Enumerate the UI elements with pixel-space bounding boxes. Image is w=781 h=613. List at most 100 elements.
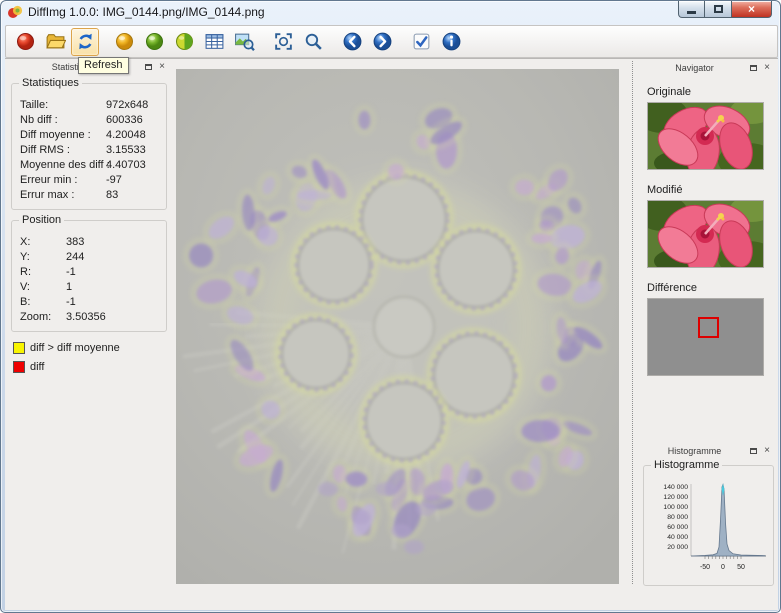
- original-image-icon: [114, 31, 135, 52]
- previous-image-icon: [342, 31, 363, 52]
- show-original-button[interactable]: [110, 28, 138, 56]
- navigator-dock-title: Navigator: [644, 63, 745, 73]
- titlebar[interactable]: DiffImg 1.0.0: IMG_0144.png/IMG_0144.png: [1, 1, 780, 23]
- modified-image-icon: [144, 31, 165, 52]
- minimize-button[interactable]: [678, 1, 705, 18]
- preferences-icon: [411, 31, 432, 52]
- previous-image-button[interactable]: [338, 28, 366, 56]
- minimize-icon: [687, 11, 696, 14]
- open-folder-icon: [45, 31, 66, 52]
- navigator-dock-header: Navigator ×: [641, 61, 776, 74]
- diff-image-view[interactable]: [176, 69, 619, 584]
- next-image-button[interactable]: [368, 28, 396, 56]
- app-window: DiffImg 1.0.0: IMG_0144.png/IMG_0144.png…: [0, 0, 781, 613]
- histogram-dock-header: Histogramme ×: [641, 444, 776, 457]
- about-icon: [441, 31, 462, 52]
- legend-label: diff: [30, 361, 44, 373]
- stat-row: Diff moyenne :4.20048: [18, 128, 160, 143]
- dock-close-button[interactable]: ×: [761, 445, 773, 456]
- legend: diff > diff moyenne diff: [13, 342, 167, 373]
- refresh-button[interactable]: [71, 28, 99, 56]
- svg-text:80 000: 80 000: [667, 514, 688, 521]
- difference-image: [648, 299, 763, 375]
- histogram-dock: Histogramme × Histogramme 140 000 120 00…: [641, 444, 776, 586]
- diff-image: [176, 69, 619, 584]
- original-thumbnail[interactable]: [647, 102, 764, 170]
- stat-row: X:383: [18, 235, 160, 250]
- stat-row: Diff RMS :3.15533: [18, 143, 160, 158]
- stat-row: Taille:972x648: [18, 98, 160, 113]
- svg-text:0: 0: [721, 564, 725, 571]
- stat-row: V:1: [18, 280, 160, 295]
- histogram-group: Histogramme 140 000 120 000 100 000 80 0…: [643, 465, 774, 586]
- close-icon: ×: [159, 62, 165, 72]
- zoom-icon: [303, 31, 324, 52]
- maximize-icon: [714, 5, 723, 13]
- zoom-image-button[interactable]: [230, 28, 258, 56]
- svg-text:140 000: 140 000: [663, 484, 688, 491]
- close-icon: ×: [764, 446, 770, 456]
- float-icon: [750, 448, 757, 454]
- svg-text:-50: -50: [700, 564, 710, 571]
- stat-row: Nb diff :600336: [18, 113, 160, 128]
- fit-to-window-button[interactable]: [269, 28, 297, 56]
- fit-to-window-icon: [273, 31, 294, 52]
- float-icon: [750, 65, 757, 71]
- stat-row: Zoom:3.50356: [18, 310, 160, 325]
- modified-thumbnail[interactable]: [647, 200, 764, 268]
- show-difference-button[interactable]: [170, 28, 198, 56]
- statistics-group: Statistiques Taille:972x648 Nb diff :600…: [11, 83, 167, 210]
- legend-label: diff > diff moyenne: [30, 342, 120, 354]
- zoom-image-icon: [234, 31, 255, 52]
- navigator-dock: Navigator × Originale Modifié Différence: [641, 61, 776, 376]
- svg-text:40 000: 40 000: [667, 534, 688, 541]
- original-flower-image: [648, 103, 763, 169]
- metrics-table-button[interactable]: [200, 28, 228, 56]
- show-modified-button[interactable]: [140, 28, 168, 56]
- modifie-label: Modifié: [647, 184, 776, 196]
- diff-region-marker: [698, 317, 719, 338]
- svg-text:120 000: 120 000: [663, 494, 688, 501]
- histogram-group-title: Histogramme: [651, 459, 722, 471]
- quit-icon: [15, 31, 36, 52]
- open-button[interactable]: [41, 28, 69, 56]
- stat-row: R:-1: [18, 265, 160, 280]
- svg-text:50: 50: [737, 564, 745, 571]
- legend-swatch-above-mean: [13, 342, 25, 354]
- svg-text:100 000: 100 000: [663, 504, 688, 511]
- originale-label: Originale: [647, 86, 776, 98]
- dock-float-button[interactable]: [142, 61, 154, 72]
- quit-button[interactable]: [11, 28, 39, 56]
- dock-float-button[interactable]: [747, 62, 759, 73]
- legend-row: diff: [13, 361, 167, 373]
- metrics-table-icon: [204, 31, 225, 52]
- stat-row: B:-1: [18, 295, 160, 310]
- stat-row: Moyenne des diff :4.40703: [18, 158, 160, 173]
- dock-float-button[interactable]: [747, 445, 759, 456]
- difference-thumbnail[interactable]: [647, 298, 764, 376]
- refresh-icon: [75, 31, 96, 52]
- histogram-spike: [691, 485, 765, 557]
- legend-swatch-diff: [13, 361, 25, 373]
- app-icon: [7, 4, 23, 20]
- difference-image-icon: [174, 31, 195, 52]
- dock-close-button[interactable]: ×: [761, 62, 773, 73]
- next-image-icon: [372, 31, 393, 52]
- position-group-title: Position: [19, 214, 64, 226]
- maximize-button[interactable]: [705, 1, 732, 18]
- svg-text:60 000: 60 000: [667, 524, 688, 531]
- vertical-splitter[interactable]: [632, 61, 633, 584]
- stat-row: Errur max :83: [18, 188, 160, 203]
- position-group: Position X:383 Y:244 R:-1 V:1 B:-1 Zoom:…: [11, 220, 167, 332]
- preferences-button[interactable]: [407, 28, 435, 56]
- about-button[interactable]: [437, 28, 465, 56]
- zoom-button[interactable]: [299, 28, 327, 56]
- modified-flower-image: [648, 201, 763, 267]
- statistics-dock: Statistiques × Statistiques Taille:972x6…: [7, 60, 171, 380]
- legend-row: diff > diff moyenne: [13, 342, 167, 354]
- close-icon: ×: [764, 63, 770, 73]
- float-icon: [145, 64, 152, 70]
- dock-close-button[interactable]: ×: [156, 61, 168, 72]
- stat-row: Y:244: [18, 250, 160, 265]
- close-button[interactable]: ×: [732, 1, 772, 18]
